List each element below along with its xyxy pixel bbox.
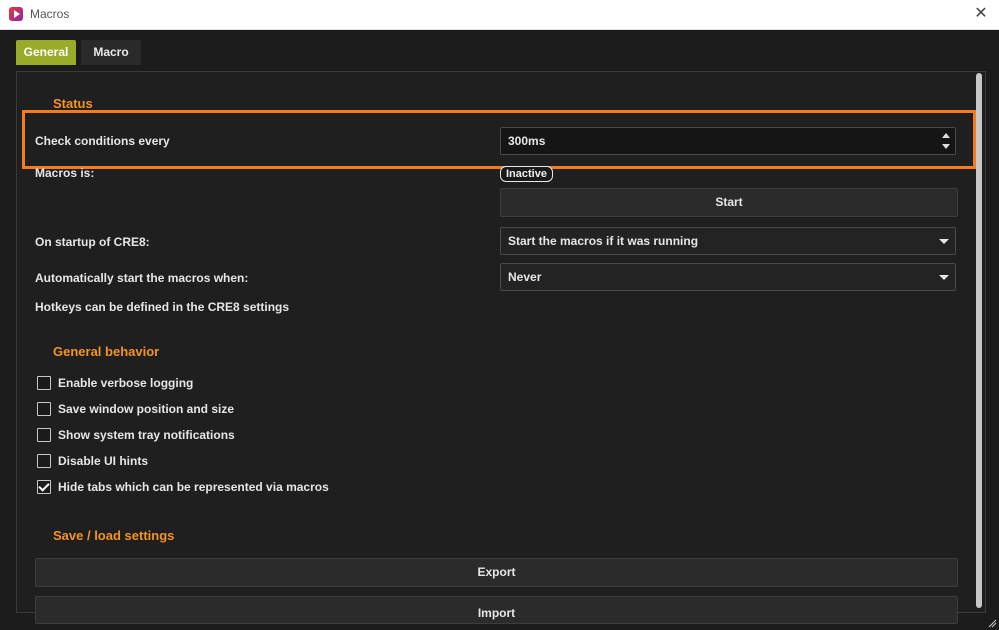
check-interval-spinbox[interactable]: 300ms xyxy=(500,127,956,155)
checkbox-label: Hide tabs which can be represented via m… xyxy=(58,480,329,494)
startup-label: On startup of CRE8: xyxy=(35,235,150,249)
title-bar: Macros ✕ xyxy=(0,0,999,30)
status-section-title: Status xyxy=(53,96,93,111)
scrollbar-thumb[interactable] xyxy=(976,73,982,608)
checkbox[interactable] xyxy=(37,428,51,442)
general-behavior-title: General behavior xyxy=(53,344,160,359)
tab-general[interactable]: General xyxy=(16,40,76,65)
resize-grip-icon[interactable] xyxy=(987,618,997,628)
chevron-down-icon xyxy=(939,275,949,280)
spin-up-icon[interactable] xyxy=(942,133,950,138)
checkbox-label: Disable UI hints xyxy=(58,454,149,468)
close-icon[interactable]: ✕ xyxy=(971,4,991,24)
checkbox-label: Show system tray notifications xyxy=(58,428,235,442)
check-conditions-label: Check conditions every xyxy=(35,134,170,148)
save-load-title: Save / load settings xyxy=(53,528,175,543)
autostart-select-value: Never xyxy=(508,270,542,284)
tab-macro[interactable]: Macro xyxy=(81,40,141,65)
window-title: Macros xyxy=(30,7,70,21)
check-interval-value: 300ms xyxy=(508,134,546,148)
vertical-scrollbar[interactable] xyxy=(975,73,983,610)
export-button[interactable]: Export xyxy=(35,558,958,587)
status-badge: Inactive xyxy=(500,166,553,182)
hotkeys-note: Hotkeys can be defined in the CRE8 setti… xyxy=(35,300,290,314)
checkbox[interactable] xyxy=(37,454,51,468)
check-icon xyxy=(38,480,50,492)
app-logo-icon xyxy=(9,7,23,21)
checkbox[interactable] xyxy=(37,402,51,416)
checkbox[interactable] xyxy=(37,376,51,390)
import-button[interactable]: Import xyxy=(35,596,958,624)
start-button[interactable]: Start xyxy=(500,188,958,217)
macros-is-label: Macros is: xyxy=(35,166,95,180)
spin-down-icon[interactable] xyxy=(942,144,950,149)
startup-select-value: Start the macros if it was running xyxy=(508,234,699,248)
startup-select[interactable]: Start the macros if it was running xyxy=(500,227,956,255)
autostart-label: Automatically start the macros when: xyxy=(35,271,249,285)
checkbox-label: Save window position and size xyxy=(58,402,235,416)
autostart-select[interactable]: Never xyxy=(500,263,956,291)
chevron-down-icon xyxy=(939,239,949,244)
checkbox-label: Enable verbose logging xyxy=(58,376,194,390)
checkbox-checked[interactable] xyxy=(37,480,51,494)
